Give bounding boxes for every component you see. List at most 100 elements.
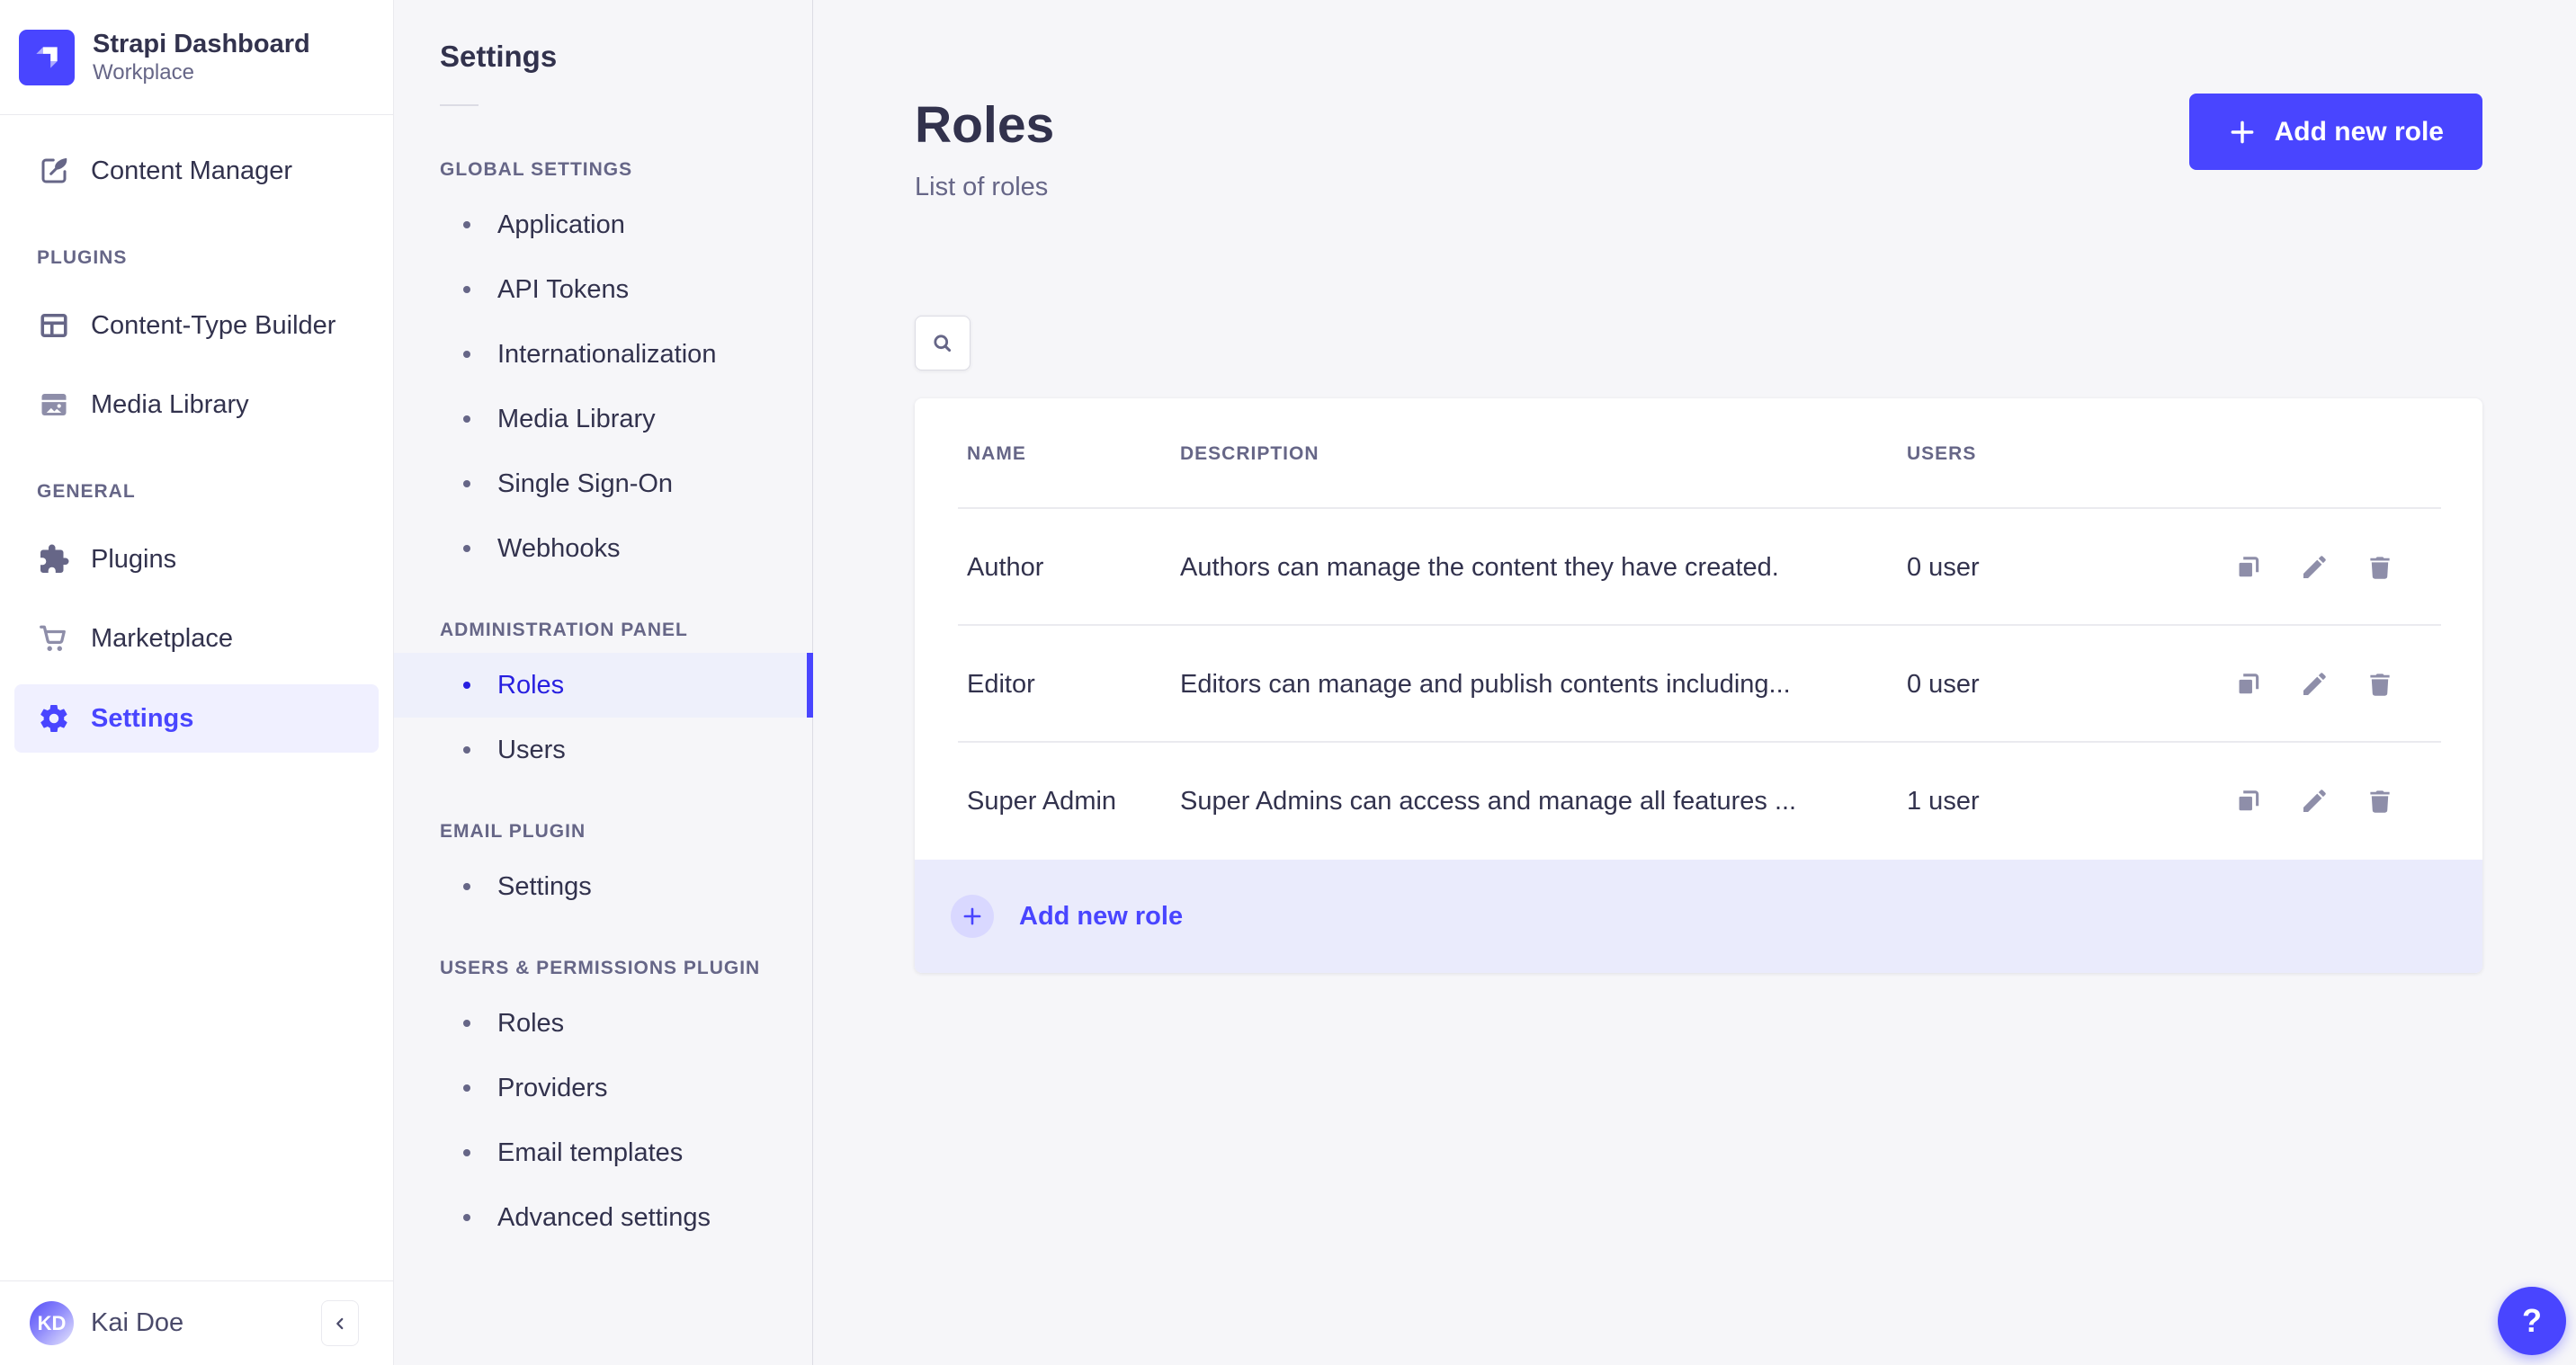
layout-grid-icon [37, 309, 71, 342]
bullet-icon [463, 1084, 470, 1092]
table-row[interactable]: Author Authors can manage the content th… [915, 509, 2482, 626]
subnav-item-media-library[interactable]: Media Library [394, 387, 812, 451]
subnav-section-administration-panel: ADMINISTRATION PANEL [440, 620, 688, 640]
main-content: Roles List of roles Add new role NAME DE… [814, 0, 2576, 1365]
bullet-icon [463, 351, 470, 358]
search-button[interactable] [915, 316, 970, 370]
subnav-item-api-tokens[interactable]: API Tokens [394, 257, 812, 322]
sidebar-item-marketplace[interactable]: Marketplace [0, 599, 393, 678]
plus-icon [2228, 118, 2257, 147]
role-users-count: 1 user [1907, 786, 1980, 816]
subnav-section-users-permissions: USERS & PERMISSIONS PLUGIN [440, 958, 761, 978]
app-title: Strapi Dashboard [93, 29, 310, 58]
column-header-description: DESCRIPTION [1180, 442, 1319, 464]
nav-section-plugins: PLUGINS [37, 247, 128, 268]
edit-button[interactable] [2298, 551, 2330, 584]
main-nav: Content Manager PLUGINS Content-Type Bui… [0, 115, 393, 753]
role-name: Editor [967, 669, 1035, 699]
page-title: Roles [915, 96, 1055, 154]
sidebar-item-settings[interactable]: Settings [14, 684, 379, 753]
delete-button[interactable] [2364, 551, 2396, 584]
bullet-icon [463, 545, 470, 552]
plus-badge [951, 895, 994, 938]
bullet-icon [463, 480, 470, 487]
edit-icon [2299, 552, 2330, 583]
subnav-item-roles-up[interactable]: Roles [394, 991, 812, 1056]
bullet-icon [463, 746, 470, 754]
subnav-item-label: Roles [497, 1008, 565, 1038]
workspace-switcher[interactable]: Strapi Dashboard Workplace [0, 0, 393, 115]
subnav-item-label: Providers [497, 1073, 608, 1102]
sidebar-item-content-type-builder[interactable]: Content-Type Builder [0, 286, 393, 365]
user-name: Kai Doe [91, 1308, 184, 1337]
sidebar-item-plugins[interactable]: Plugins [0, 520, 393, 599]
subnav-item-email-settings[interactable]: Settings [394, 854, 812, 919]
subnav-divider [440, 104, 479, 106]
table-row[interactable]: Editor Editors can manage and publish co… [915, 626, 2482, 743]
puzzle-icon [37, 543, 71, 575]
delete-button[interactable] [2364, 785, 2396, 817]
bullet-icon [463, 1149, 470, 1156]
table-footer-add-role[interactable]: Add new role [915, 860, 2482, 973]
edit-button[interactable] [2298, 668, 2330, 700]
edit-icon [2299, 669, 2330, 700]
feather-icon [37, 155, 71, 187]
sidebar-item-label: Plugins [91, 544, 177, 574]
delete-button[interactable] [2364, 668, 2396, 700]
delete-icon [2365, 552, 2395, 583]
column-header-name: NAME [967, 442, 1026, 464]
footer-add-role-label: Add new role [1019, 901, 1184, 931]
workspace-name: Workplace [93, 60, 194, 85]
subnav-item-single-sign-on[interactable]: Single Sign-On [394, 451, 812, 516]
table-row[interactable]: Super Admin Super Admins can access and … [915, 743, 2482, 860]
bullet-icon [463, 415, 470, 423]
collapse-sidebar-button[interactable] [321, 1300, 359, 1346]
duplicate-button[interactable] [2232, 785, 2265, 817]
sidebar-item-label: Content-Type Builder [91, 310, 336, 340]
role-name: Super Admin [967, 786, 1117, 816]
duplicate-button[interactable] [2232, 668, 2265, 700]
subnav-item-email-templates[interactable]: Email templates [394, 1120, 812, 1185]
subnav-item-users[interactable]: Users [394, 718, 812, 782]
subnav-section-email-plugin: EMAIL PLUGIN [440, 821, 586, 842]
edit-button[interactable] [2298, 785, 2330, 817]
subnav-item-roles-admin[interactable]: Roles [394, 653, 813, 718]
bullet-icon [463, 221, 470, 228]
sidebar-item-media-library[interactable]: Media Library [0, 365, 393, 444]
duplicate-icon [2233, 786, 2264, 816]
subnav-item-label: Advanced settings [497, 1202, 711, 1232]
subnav-item-advanced-settings[interactable]: Advanced settings [394, 1185, 812, 1250]
sidebar-item-label: Settings [91, 703, 194, 733]
subnav-item-label: Webhooks [497, 533, 621, 563]
sidebar-item-label: Marketplace [91, 623, 233, 653]
subnav-section-global-settings: GLOBAL SETTINGS [440, 159, 633, 180]
sidebar-item-content-manager[interactable]: Content Manager [0, 131, 393, 210]
subnav-title: Settings [440, 40, 558, 73]
subnav-item-webhooks[interactable]: Webhooks [394, 516, 812, 581]
cart-icon [37, 622, 71, 655]
subnav-item-providers[interactable]: Providers [394, 1056, 812, 1120]
chevron-left-icon [330, 1314, 350, 1334]
subnav-item-label: Single Sign-On [497, 468, 674, 498]
main-sidebar: Strapi Dashboard Workplace Content Manag… [0, 0, 394, 1365]
role-description: Editors can manage and publish contents … [1180, 669, 1791, 699]
image-icon [37, 388, 71, 421]
edit-icon [2299, 786, 2330, 816]
nav-section-general: GENERAL [37, 481, 136, 502]
duplicate-button[interactable] [2232, 551, 2265, 584]
help-button[interactable]: ? [2498, 1287, 2566, 1355]
sidebar-footer: KD Kai Doe [0, 1280, 393, 1365]
subnav-item-label: Users [497, 735, 566, 764]
subnav-item-label: Media Library [497, 404, 656, 433]
add-new-role-button[interactable]: Add new role [2188, 94, 2482, 170]
subnav-item-internationalization[interactable]: Internationalization [394, 322, 812, 387]
subnav-item-label: API Tokens [497, 274, 630, 304]
subnav-item-application[interactable]: Application [394, 192, 812, 257]
column-header-users: USERS [1907, 442, 1977, 464]
sidebar-item-label: Media Library [91, 389, 249, 419]
avatar[interactable]: KD [30, 1301, 74, 1345]
subnav-item-label: Settings [497, 871, 592, 901]
strapi-logo-icon [19, 29, 75, 85]
bullet-icon [463, 883, 470, 890]
duplicate-icon [2233, 669, 2264, 700]
